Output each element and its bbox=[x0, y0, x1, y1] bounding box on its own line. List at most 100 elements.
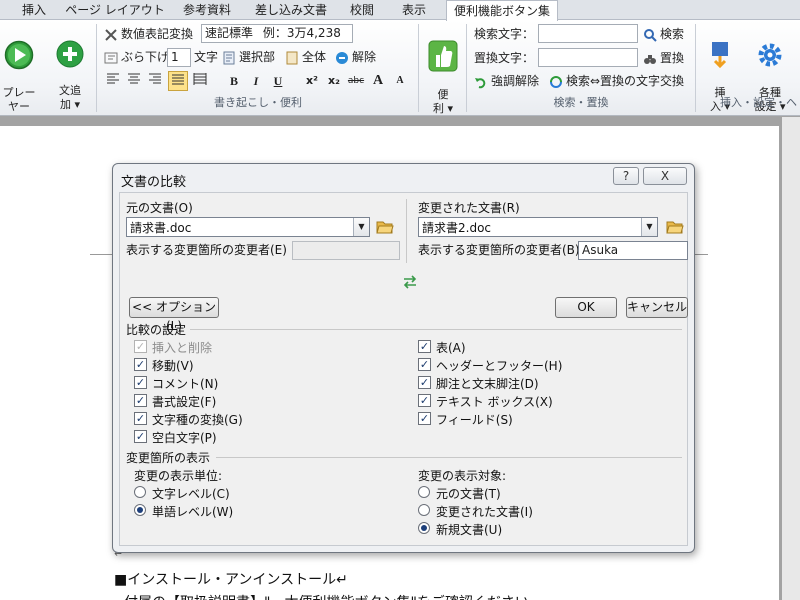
align-left-icon[interactable] bbox=[103, 71, 123, 91]
chevron-down-icon[interactable]: ▼ bbox=[641, 218, 657, 236]
radio-character-level[interactable] bbox=[134, 486, 146, 498]
radio-label: 新規文書(U) bbox=[436, 523, 503, 537]
original-document-select[interactable]: 請求書.doc ▼ bbox=[126, 217, 370, 237]
gear-icon bbox=[758, 43, 782, 67]
swap-documents-icon[interactable] bbox=[402, 275, 418, 289]
subscript-button[interactable]: x₂ bbox=[324, 71, 344, 91]
checkbox-moves[interactable]: ✓ bbox=[134, 358, 147, 371]
change-target-label: 変更の表示対象: bbox=[418, 469, 507, 483]
align-distribute-icon[interactable] bbox=[190, 71, 210, 91]
checkbox-fields[interactable]: ✓ bbox=[418, 412, 431, 425]
checkbox-footnotes[interactable]: ✓ bbox=[418, 376, 431, 389]
swap-search-replace-button[interactable]: 検索⇔置換の文字交換 bbox=[549, 72, 684, 90]
help-button[interactable]: ? bbox=[613, 167, 639, 185]
align-justify-icon[interactable] bbox=[168, 71, 188, 91]
original-document-value: 請求書.doc bbox=[130, 221, 192, 235]
vertical-scrollbar[interactable] bbox=[782, 117, 800, 600]
ribbon: プレー ヤー 文追 加 ▾ 数値表記変換 速記標準 例：3万4,238 ぶら下げ… bbox=[0, 20, 800, 116]
player-button[interactable]: プレー ヤー bbox=[2, 26, 36, 114]
radio-original-document[interactable] bbox=[418, 486, 430, 498]
checkbox-comments[interactable]: ✓ bbox=[134, 376, 147, 389]
folder-open-icon[interactable] bbox=[666, 220, 684, 234]
revised-author-input[interactable]: Asuka bbox=[578, 241, 688, 260]
checkbox-label: 移動(V) bbox=[152, 359, 194, 373]
benri-label: 便 利 ▾ bbox=[432, 88, 454, 115]
shrink-font-button[interactable]: A bbox=[390, 71, 410, 91]
options-toggle-button[interactable]: << オプション(L) bbox=[129, 297, 219, 333]
tab-review[interactable]: 校閲 bbox=[340, 0, 384, 20]
radio-new-document[interactable] bbox=[418, 522, 430, 534]
tab-references[interactable]: 参考資料 bbox=[172, 0, 242, 20]
checkbox-headers-footers[interactable]: ✓ bbox=[418, 358, 431, 371]
dialog-body: 元の文書(O) 請求書.doc ▼ 表示する変更箇所の変更者(E) 変更された文… bbox=[119, 192, 688, 546]
strikethrough-button[interactable]: abc bbox=[346, 71, 366, 91]
radio-label: 文字レベル(C) bbox=[152, 487, 230, 501]
separator bbox=[96, 24, 97, 112]
underline-button[interactable]: U bbox=[268, 71, 288, 91]
bold-button[interactable]: B bbox=[224, 71, 244, 91]
ribbon-tab-bar: 挿入 ページ レイアウト 参考資料 差し込み文書 校閲 表示 便利機能ボタン集 bbox=[0, 0, 800, 21]
checkbox-label: ヘッダーとフッター(H) bbox=[436, 359, 563, 373]
radio-revised-document[interactable] bbox=[418, 504, 430, 516]
tab-mailings[interactable]: 差し込み文書 bbox=[248, 0, 334, 20]
benri-button[interactable]: 便 利 ▾ bbox=[424, 26, 462, 116]
checkbox-label: 空白文字(P) bbox=[152, 431, 217, 445]
cancel-button[interactable]: キャンセル bbox=[626, 297, 688, 318]
select-part-label: 選択部 bbox=[239, 50, 276, 64]
checkbox-label: 書式設定(F) bbox=[152, 395, 217, 409]
search-button-label: 検索 bbox=[660, 27, 685, 41]
grow-font-button[interactable]: A bbox=[368, 71, 388, 91]
search-text-input[interactable] bbox=[538, 24, 638, 43]
divider bbox=[216, 457, 682, 458]
checkbox-label: 挿入と削除 bbox=[152, 341, 213, 355]
search-button[interactable]: 検索 bbox=[643, 25, 684, 43]
replace-text-input[interactable] bbox=[538, 48, 638, 67]
dialog-title: 文書の比較 bbox=[121, 175, 187, 190]
revised-document-value: 請求書2.doc bbox=[422, 221, 492, 235]
separator bbox=[695, 24, 696, 112]
tab-page-layout[interactable]: ページ レイアウト bbox=[62, 0, 168, 20]
checkbox-formatting[interactable]: ✓ bbox=[134, 394, 147, 407]
original-document-label: 元の文書(O) bbox=[126, 201, 193, 215]
number-format-select[interactable]: 速記標準 例：3万4,238 bbox=[201, 24, 353, 43]
revised-document-select[interactable]: 請求書2.doc ▼ bbox=[418, 217, 658, 237]
add-sentence-button[interactable]: 文追 加 ▾ bbox=[52, 26, 88, 112]
ok-button[interactable]: OK bbox=[555, 297, 617, 318]
chevron-down-icon[interactable]: ▼ bbox=[353, 218, 369, 236]
italic-button[interactable]: I bbox=[246, 71, 266, 91]
highlight-release-label: 強調解除 bbox=[491, 74, 540, 88]
select-part-button[interactable]: 選択部 bbox=[222, 48, 275, 66]
number-convert-label: 数値表記変換 bbox=[121, 27, 194, 41]
tab-insert[interactable]: 挿入 bbox=[12, 0, 56, 20]
checkbox-white-space[interactable]: ✓ bbox=[134, 430, 147, 443]
checkbox-tables[interactable]: ✓ bbox=[418, 340, 431, 353]
hang-indent-input[interactable]: 1 bbox=[167, 48, 191, 67]
superscript-button[interactable]: x² bbox=[302, 71, 322, 91]
replace-button[interactable]: 置換 bbox=[643, 49, 684, 67]
checkbox-case-changes[interactable]: ✓ bbox=[134, 412, 147, 425]
replace-button-label: 置換 bbox=[660, 51, 685, 65]
tab-convenience-buttons[interactable]: 便利機能ボタン集 bbox=[446, 0, 558, 21]
align-center-icon[interactable] bbox=[124, 71, 144, 91]
folder-open-icon[interactable] bbox=[376, 220, 394, 234]
tab-view[interactable]: 表示 bbox=[392, 0, 436, 20]
number-convert-button[interactable]: 数値表記変換 bbox=[104, 25, 193, 43]
hang-indent-button[interactable]: ぶら下げ bbox=[104, 48, 169, 66]
release-button[interactable]: 解除 bbox=[335, 48, 376, 66]
column-divider bbox=[406, 199, 407, 263]
close-button[interactable]: X bbox=[643, 167, 687, 185]
all-label: 全体 bbox=[302, 50, 327, 64]
doc-text-line: 付属の【取扱説明書】"一太便利機能ボタン集"をご確認ください。 bbox=[124, 592, 543, 600]
align-right-icon[interactable] bbox=[145, 71, 165, 91]
search-icon bbox=[644, 28, 657, 42]
release-icon bbox=[336, 51, 348, 64]
all-button[interactable]: 全体 bbox=[285, 48, 326, 66]
group-label-search-replace: 検索・置換 bbox=[553, 96, 609, 109]
original-author-input[interactable] bbox=[292, 241, 400, 260]
insert-icon bbox=[712, 42, 728, 69]
checkbox-insert-delete[interactable]: ✓ bbox=[134, 340, 147, 353]
separator bbox=[418, 24, 419, 112]
highlight-release-button[interactable]: 強調解除 bbox=[474, 72, 539, 90]
checkbox-text-boxes[interactable]: ✓ bbox=[418, 394, 431, 407]
radio-word-level[interactable] bbox=[134, 504, 146, 516]
